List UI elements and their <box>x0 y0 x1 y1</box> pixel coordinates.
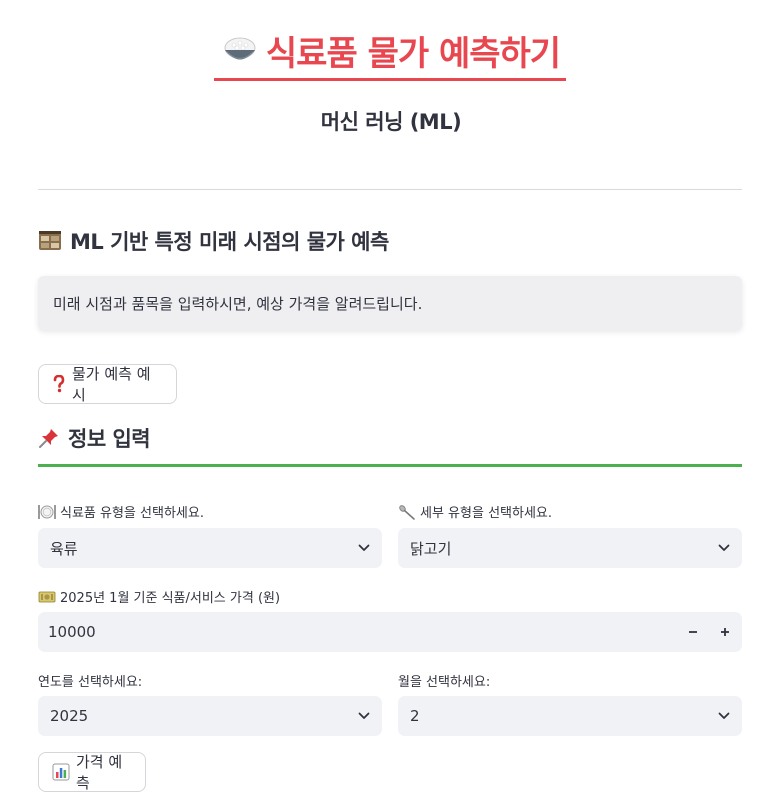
plus-icon <box>721 628 729 636</box>
price-label-text: 2025년 1월 기준 식품/서비스 가격 (원) <box>60 591 281 606</box>
price-label: 2025년 1월 기준 식품/서비스 가격 (원) <box>38 587 280 606</box>
page-title: 식료품 물가 예측하기 <box>222 26 561 75</box>
page-header: 식료품 물가 예측하기 <box>0 26 782 75</box>
food-type-select[interactable]: 육류 <box>38 528 382 568</box>
month-label-text: 월을 선택하세요: <box>398 675 491 690</box>
input-section-heading: 정보 입력 <box>38 423 151 453</box>
film-frames-icon <box>38 230 62 252</box>
minus-icon <box>689 631 697 633</box>
predict-section-heading: ML 기반 특정 미래 시점의 물가 예측 <box>38 226 389 256</box>
rice-bowl-icon <box>222 33 258 69</box>
banknote-icon <box>38 590 56 604</box>
prediction-example-button[interactable]: 물가 예측 예시 <box>38 364 177 404</box>
bar-chart-icon <box>52 763 70 781</box>
sub-type-select[interactable]: 닭고기 <box>398 528 742 568</box>
divider <box>38 189 742 190</box>
chevron-down-icon <box>718 544 730 551</box>
price-input[interactable]: 10000 <box>38 612 742 652</box>
month-select[interactable]: 2 <box>398 696 742 736</box>
price-predict-button[interactable]: 가격 예측 <box>38 752 146 792</box>
year-label-text: 연도를 선택하세요: <box>38 675 143 690</box>
increment-button[interactable] <box>709 613 741 651</box>
price-predict-label: 가격 예측 <box>76 753 123 792</box>
pushpin-icon <box>38 427 60 449</box>
food-type-label-text: 식료품 유형을 선택하세요. <box>60 506 204 521</box>
section-accent-bar <box>38 464 742 467</box>
info-text: 미래 시점과 품목을 입력하시면, 예상 가격을 알려드립니다. <box>53 294 423 313</box>
page-subtitle: 머신 러닝 (ML) <box>320 110 462 134</box>
title-text: 식료품 물가 예측하기 <box>265 34 561 74</box>
food-type-label: 식료품 유형을 선택하세요. <box>38 502 204 521</box>
plate-utensils-icon <box>38 504 56 520</box>
price-value[interactable]: 10000 <box>39 623 677 641</box>
spoon-icon <box>398 504 416 520</box>
month-value: 2 <box>410 707 420 725</box>
question-mark-icon <box>52 375 66 393</box>
input-section-title: 정보 입력 <box>68 427 151 451</box>
chevron-down-icon <box>358 712 370 719</box>
chevron-down-icon <box>718 712 730 719</box>
title-underline <box>214 78 566 81</box>
year-value: 2025 <box>50 707 89 725</box>
sub-type-value: 닭고기 <box>410 539 452 558</box>
predict-section-title: ML 기반 특정 미래 시점의 물가 예측 <box>70 230 389 254</box>
prediction-example-label: 물가 예측 예시 <box>72 365 151 404</box>
year-select[interactable]: 2025 <box>38 696 382 736</box>
sub-type-label: 세부 유형을 선택하세요. <box>398 502 552 521</box>
info-box: 미래 시점과 품목을 입력하시면, 예상 가격을 알려드립니다. <box>38 276 742 330</box>
sub-type-label-text: 세부 유형을 선택하세요. <box>420 506 552 521</box>
month-label: 월을 선택하세요: <box>398 671 490 690</box>
food-type-value: 육류 <box>50 539 78 558</box>
year-label: 연도를 선택하세요: <box>38 671 142 690</box>
chevron-down-icon <box>358 544 370 551</box>
decrement-button[interactable] <box>677 613 709 651</box>
